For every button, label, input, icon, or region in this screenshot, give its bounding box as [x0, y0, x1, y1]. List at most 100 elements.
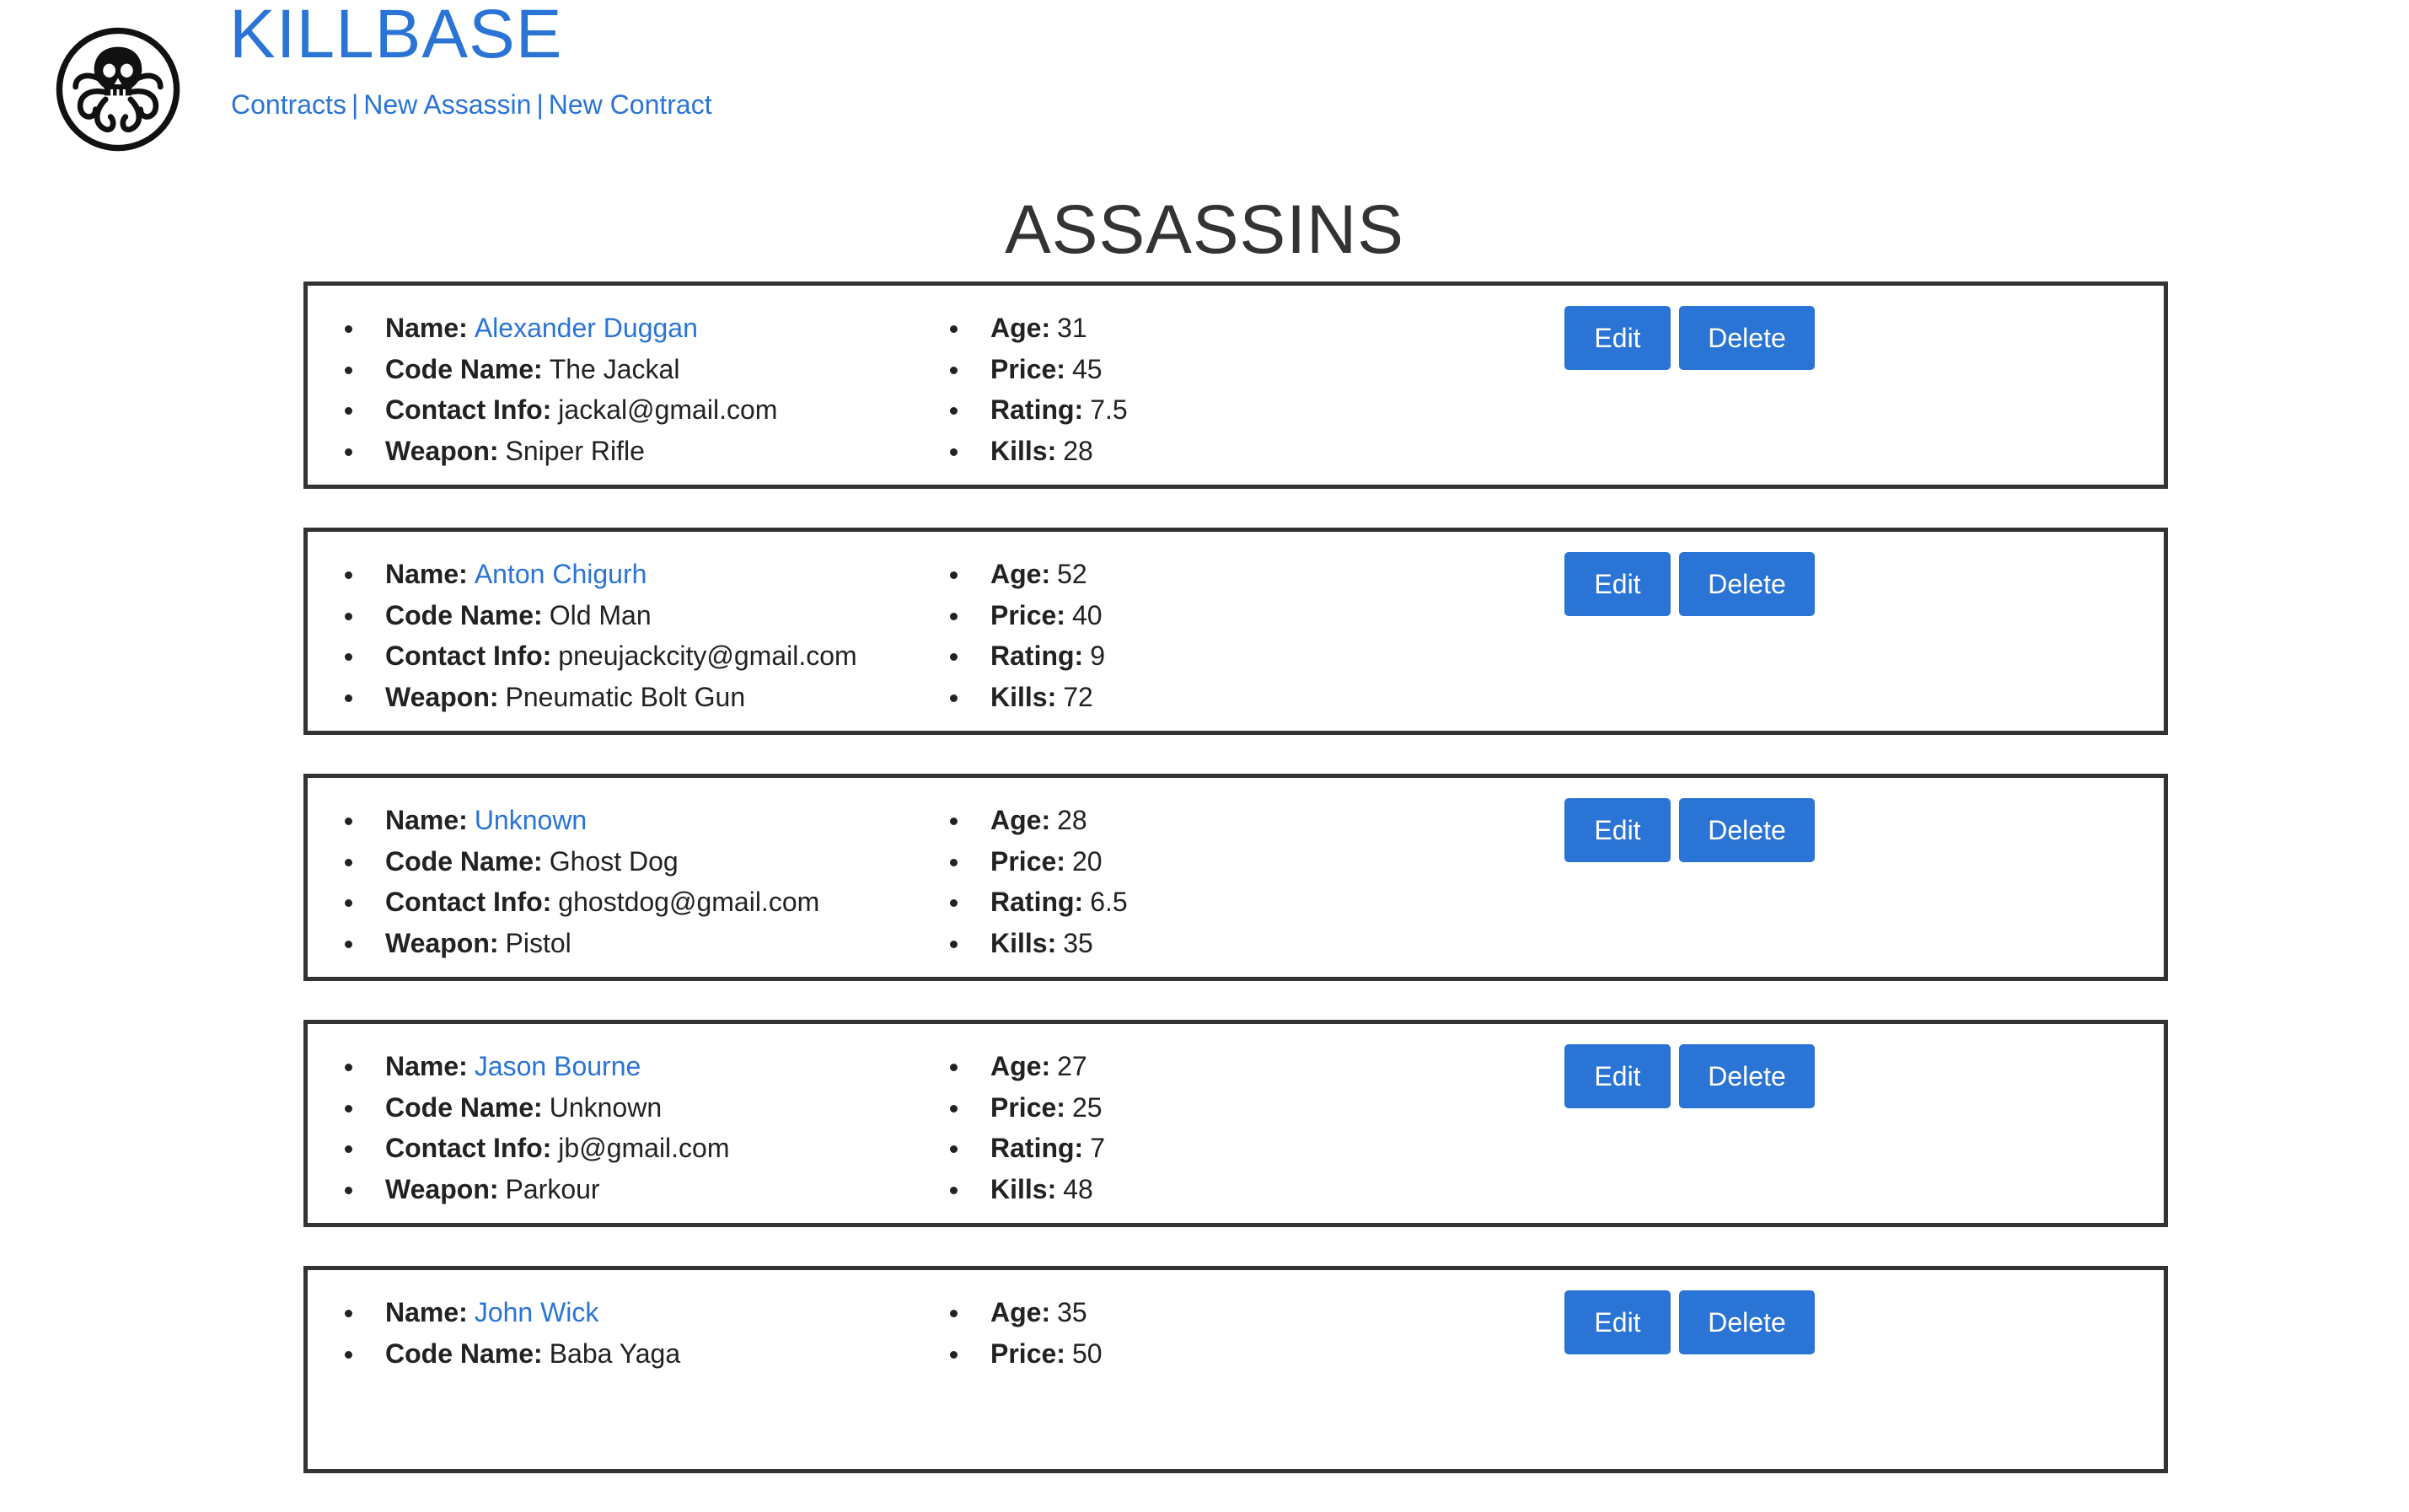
price-label: Price: — [990, 1338, 1065, 1369]
contact-label: Contact Info: — [385, 641, 552, 671]
code-name-label: Code Name: — [385, 1091, 543, 1123]
assassin-card: Name: Jason Bourne Code Name: Unknown Cont… — [303, 1020, 2168, 1227]
nav-separator: | — [536, 89, 544, 120]
contact-row: Contact Info: jackal@gmail.com — [345, 389, 777, 431]
contact-value: pneujackcity@gmail.com — [558, 641, 857, 671]
name-label: Name: — [385, 805, 468, 835]
contact-label: Contact Info: — [385, 887, 552, 917]
rating-label: Rating: — [990, 394, 1084, 425]
weapon-value: Pneumatic Bolt Gun — [505, 681, 746, 712]
kills-row: Kills: 48 — [950, 1169, 1105, 1210]
assassin-card: Name: John Wick Code Name: Baba Yaga Age: 3… — [303, 1266, 2168, 1473]
kills-value: 48 — [1063, 1173, 1093, 1204]
price-row: Price: 45 — [950, 349, 1128, 390]
code-name-row: Code Name: Unknown — [345, 1087, 730, 1129]
age-row: Age: 52 — [950, 554, 1105, 595]
delete-button[interactable]: Delete — [1679, 798, 1815, 862]
kills-row: Kills: 35 — [950, 923, 1128, 964]
weapon-row: Weapon: Parkour — [345, 1169, 730, 1210]
delete-button[interactable]: Delete — [1679, 306, 1815, 370]
contact-label: Contact Info: — [385, 1133, 552, 1163]
contact-value: ghostdog@gmail.com — [558, 887, 820, 917]
name-row: Name: Unknown — [345, 800, 819, 841]
code-name-value: The Jackal — [549, 353, 680, 384]
octopus-skull-logo-icon — [56, 27, 180, 152]
edit-button[interactable]: Edit — [1564, 1290, 1671, 1354]
contact-value: jb@gmail.com — [558, 1133, 730, 1163]
price-label: Price: — [990, 599, 1065, 630]
brand-title: KILLBASE — [229, 0, 563, 72]
rating-value: 7 — [1090, 1133, 1105, 1163]
weapon-value: Parkour — [505, 1173, 600, 1204]
weapon-label: Weapon: — [385, 681, 499, 712]
assassin-name-link[interactable]: Alexander Duggan — [475, 313, 698, 343]
rating-value: 6.5 — [1090, 887, 1128, 917]
rating-value: 9 — [1090, 641, 1105, 671]
code-name-label: Code Name: — [385, 599, 543, 630]
weapon-label: Weapon: — [385, 1173, 499, 1204]
assassin-name-link[interactable]: Jason Bourne — [475, 1051, 641, 1081]
age-value: 27 — [1057, 1051, 1087, 1081]
code-name-value: Ghost Dog — [549, 845, 679, 877]
kills-value: 72 — [1063, 681, 1093, 712]
edit-button[interactable]: Edit — [1564, 1044, 1671, 1108]
assassin-card: Name: Unknown Code Name: Ghost Dog Contact… — [303, 774, 2168, 981]
age-label: Age: — [990, 1051, 1051, 1081]
price-label: Price: — [990, 1091, 1065, 1123]
name-row: Name: John Wick — [345, 1292, 680, 1333]
code-name-label: Code Name: — [385, 353, 543, 384]
assassin-name-link[interactable]: Unknown — [475, 805, 587, 835]
price-value: 50 — [1071, 1338, 1103, 1369]
kills-label: Kills: — [990, 927, 1057, 958]
rating-label: Rating: — [990, 887, 1084, 917]
age-label: Age: — [990, 313, 1051, 343]
edit-button[interactable]: Edit — [1564, 798, 1671, 862]
code-name-row: Code Name: Baba Yaga — [345, 1333, 680, 1375]
price-row: Price: 50 — [950, 1333, 1103, 1375]
assassin-stats-list: Age: 52 Price: 40 Rating: 9 Kills: 72 — [950, 554, 1105, 717]
assassin-identity-list: Name: Anton Chigurh Code Name: Old Man Con… — [345, 554, 857, 717]
edit-button[interactable]: Edit — [1564, 552, 1671, 616]
kills-value: 28 — [1063, 435, 1093, 466]
edit-button[interactable]: Edit — [1564, 306, 1671, 370]
price-row: Price: 20 — [950, 841, 1128, 882]
age-row: Age: 28 — [950, 800, 1128, 841]
rating-value: 7.5 — [1090, 394, 1128, 425]
assassin-name-link[interactable]: Anton Chigurh — [475, 559, 647, 589]
kills-value: 35 — [1063, 927, 1093, 958]
nav-link-new-contract[interactable]: New Contract — [549, 89, 712, 120]
age-row: Age: 35 — [950, 1292, 1103, 1333]
contact-row: Contact Info: jb@gmail.com — [345, 1128, 730, 1169]
price-value: 20 — [1071, 845, 1103, 877]
code-name-row: Code Name: Old Man — [345, 595, 857, 636]
price-label: Price: — [990, 353, 1065, 384]
code-name-label: Code Name: — [385, 845, 543, 877]
weapon-value: Sniper Rifle — [505, 435, 645, 466]
assassin-identity-list: Name: Jason Bourne Code Name: Unknown Cont… — [345, 1046, 730, 1209]
code-name-row: Code Name: The Jackal — [345, 349, 777, 390]
nav-link-contracts[interactable]: Contracts — [231, 89, 346, 120]
delete-button[interactable]: Delete — [1679, 1290, 1815, 1354]
contact-row: Contact Info: ghostdog@gmail.com — [345, 882, 819, 923]
price-label: Price: — [990, 845, 1065, 877]
code-name-row: Code Name: Ghost Dog — [345, 841, 819, 882]
weapon-row: Weapon: Pistol — [345, 923, 819, 964]
rating-row: Rating: 6.5 — [950, 882, 1128, 923]
nav-link-new-assassin[interactable]: New Assassin — [363, 89, 531, 120]
delete-button[interactable]: Delete — [1679, 1044, 1815, 1108]
price-value: 25 — [1071, 1091, 1103, 1123]
name-row: Name: Jason Bourne — [345, 1046, 730, 1087]
contact-value: jackal@gmail.com — [558, 394, 778, 425]
delete-button[interactable]: Delete — [1679, 552, 1815, 616]
weapon-value: Pistol — [505, 927, 571, 958]
assassin-name-link[interactable]: John Wick — [475, 1297, 599, 1327]
price-row: Price: 40 — [950, 595, 1105, 636]
nav-separator: | — [351, 89, 359, 120]
assassin-card: Name: Anton Chigurh Code Name: Old Man Con… — [303, 528, 2168, 735]
name-label: Name: — [385, 559, 468, 589]
rating-row: Rating: 9 — [950, 635, 1105, 677]
assassin-stats-list: Age: 31 Price: 45 Rating: 7.5 Kills: 28 — [950, 308, 1128, 471]
kills-row: Kills: 72 — [950, 677, 1105, 718]
age-label: Age: — [990, 1297, 1051, 1327]
page-title: ASSASSINS — [1005, 191, 1404, 268]
